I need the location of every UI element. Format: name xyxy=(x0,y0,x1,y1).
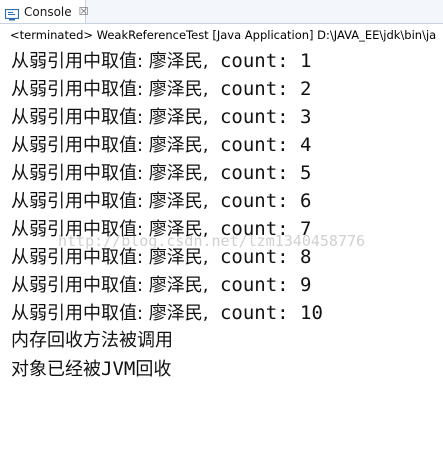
console-line-prefix: 从弱引用中取值: 廖泽民, xyxy=(11,303,209,324)
console-line-count: count: 1 xyxy=(208,50,312,72)
console-line-recycled: 对象已经被JVM回收 xyxy=(11,355,443,383)
console-line: 从弱引用中取值: 廖泽民, count: 6 xyxy=(11,187,443,215)
console-line-prefix: 从弱引用中取值: 廖泽民, xyxy=(11,51,209,72)
process-status-line: <terminated> WeakReferenceTest [Java App… xyxy=(10,28,437,42)
console-text-recycled-post: 回收 xyxy=(135,359,172,380)
console-line: 从弱引用中取值: 廖泽民, count: 8 xyxy=(11,243,443,271)
tab-console[interactable]: Console ☒ xyxy=(0,0,89,23)
console-text-recycled-pre: 对象已经被 xyxy=(11,359,101,380)
console-line-count: count: 4 xyxy=(208,134,312,156)
close-icon[interactable]: ☒ xyxy=(79,6,89,17)
view-tab-bar: Console ☒ xyxy=(0,0,443,24)
console-line: 从弱引用中取值: 廖泽民, count: 5 xyxy=(11,159,443,187)
console-line-count: count: 10 xyxy=(208,302,323,324)
console-line-count: count: 7 xyxy=(208,218,312,240)
console-text-recycled-jvm: JVM xyxy=(101,358,136,380)
tab-console-label: Console xyxy=(24,4,72,19)
console-line-prefix: 从弱引用中取值: 廖泽民, xyxy=(11,219,209,240)
console-line-count: count: 2 xyxy=(208,78,312,100)
console-line-prefix: 从弱引用中取值: 廖泽民, xyxy=(11,247,209,268)
console-line: 从弱引用中取值: 廖泽民, count: 10 xyxy=(11,299,443,327)
console-line-count: count: 5 xyxy=(208,162,312,184)
console-line-prefix: 从弱引用中取值: 廖泽民, xyxy=(11,107,209,128)
console-line: 从弱引用中取值: 廖泽民, count: 4 xyxy=(11,131,443,159)
console-line: 从弱引用中取值: 廖泽民, count: 9 xyxy=(11,271,443,299)
console-line-prefix: 从弱引用中取值: 廖泽民, xyxy=(11,79,209,100)
console-line-prefix: 从弱引用中取值: 廖泽民, xyxy=(11,275,209,296)
console-line: 从弱引用中取值: 廖泽民, count: 1 xyxy=(11,47,443,75)
console-line-gc: 内存回收方法被调用 xyxy=(11,330,173,351)
console-line-count: count: 8 xyxy=(208,246,312,268)
console-line: 从弱引用中取值: 廖泽民, count: 7 xyxy=(11,215,443,243)
console-output[interactable]: 从弱引用中取值: 廖泽民, count: 1 从弱引用中取值: 廖泽民, coun… xyxy=(11,47,443,383)
console-line-prefix: 从弱引用中取值: 廖泽民, xyxy=(11,191,209,212)
console-line-prefix: 从弱引用中取值: 廖泽民, xyxy=(11,135,209,156)
console-monitor-icon xyxy=(5,6,19,20)
console-line: 从弱引用中取值: 廖泽民, count: 2 xyxy=(11,75,443,103)
console-line-count: count: 6 xyxy=(208,190,312,212)
console-line-count: count: 9 xyxy=(208,274,312,296)
console-line: 从弱引用中取值: 廖泽民, count: 3 xyxy=(11,103,443,131)
console-line-count: count: 3 xyxy=(208,106,312,128)
console-line-prefix: 从弱引用中取值: 廖泽民, xyxy=(11,163,209,184)
console-view: Console ☒ <terminated> WeakReferenceTest… xyxy=(0,0,443,461)
